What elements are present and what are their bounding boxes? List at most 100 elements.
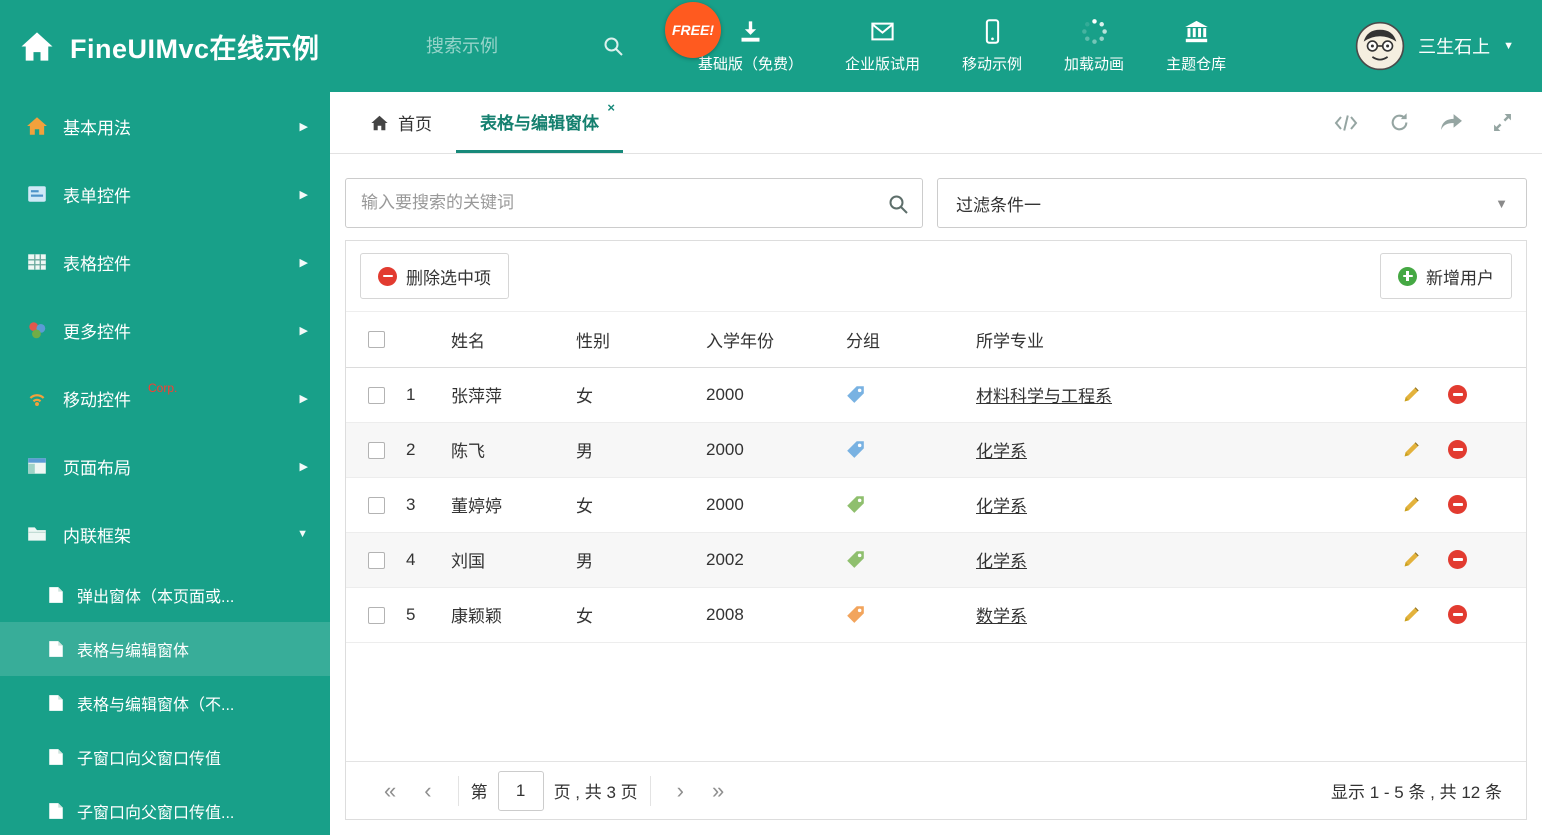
major-link[interactable]: 数学系 (976, 607, 1027, 626)
pager-divider (649, 775, 651, 806)
row-index: 4 (406, 532, 451, 588)
chevron-down-icon: ▼ (1495, 195, 1508, 211)
sidebar-subitem[interactable]: 子窗口向父窗口传值... (0, 784, 330, 835)
tag-icon (846, 605, 976, 624)
delete-icon[interactable] (1448, 550, 1467, 569)
header-nav-item[interactable]: 移动示例 (941, 0, 1043, 92)
delete-icon[interactable] (1448, 385, 1467, 404)
prev-page-icon[interactable]: ‹ (410, 778, 445, 804)
tab-bar: 首页 表格与编辑窗体 × (330, 92, 1542, 154)
cell-name: 刘国 (451, 532, 576, 588)
sidebar-item[interactable]: 基本用法 ▶ (0, 92, 330, 160)
header-nav: FREE! 基础版（免费） 企业版试用 移动示例 加载动画 主题仓库 (665, 0, 1247, 92)
add-user-button[interactable]: 新增用户 (1380, 253, 1512, 299)
cell-year: 2002 (706, 532, 846, 588)
sidebar-item[interactable]: 内联框架 ▼ (0, 500, 330, 568)
delete-button-label: 删除选中项 (406, 268, 491, 288)
major-link[interactable]: 化学系 (976, 497, 1027, 516)
row-index: 3 (406, 477, 451, 533)
row-checkbox[interactable] (368, 386, 385, 404)
sidebar-item-label: 表单控件 (63, 186, 131, 206)
sidebar-subitem[interactable]: 表格与编辑窗体 (0, 622, 330, 676)
sidebar-subitem[interactable]: 表格与编辑窗体（不... (0, 676, 330, 730)
delete-icon[interactable] (1448, 605, 1467, 624)
header-search-input[interactable] (426, 35, 596, 57)
sidebar-item[interactable]: 表单控件 ▶ (0, 160, 330, 228)
home-icon (370, 114, 389, 132)
header-nav-item[interactable]: 企业版试用 (824, 0, 941, 92)
first-page-icon[interactable]: « (370, 778, 410, 804)
edit-icon[interactable] (1401, 494, 1422, 515)
major-link[interactable]: 化学系 (976, 552, 1027, 571)
edit-icon[interactable] (1401, 384, 1422, 405)
sidebar-subitem[interactable]: 子窗口向父窗口传值 (0, 730, 330, 784)
bank-icon (1183, 18, 1210, 45)
next-page-icon[interactable]: › (663, 778, 698, 804)
source-code-icon[interactable] (1333, 114, 1359, 132)
sidebar-item[interactable]: 表格控件 ▶ (0, 228, 330, 296)
edit-icon[interactable] (1401, 439, 1422, 460)
filter-dropdown[interactable]: 过滤条件一 ▼ (937, 178, 1527, 228)
app-title: FineUIMvc在线示例 (70, 33, 320, 64)
tab-grid-edit-window[interactable]: 表格与编辑窗体 × (456, 92, 623, 153)
pagination-bar: « ‹ 第 页 , 共 3 页 › » 显示 1 - 5 条 , 共 12 条 (346, 761, 1526, 819)
row-checkbox[interactable] (368, 606, 385, 624)
close-tab-icon[interactable]: × (607, 100, 615, 115)
chevron-right-icon: ▶ (299, 460, 308, 473)
table-icon (26, 251, 48, 273)
sidebar-item[interactable]: 移动控件 Corp. ▶ (0, 364, 330, 432)
search-icon[interactable] (602, 35, 624, 57)
sidebar-subitem[interactable]: 弹出窗体（本页面或... (0, 568, 330, 622)
sidebar-item[interactable]: 页面布局 ▶ (0, 432, 330, 500)
chevron-right-icon: ▶ (299, 120, 308, 133)
table-row: 4 刘国男 2002 化学系 (346, 532, 1526, 588)
widgets-icon (26, 319, 48, 341)
table-row: 1 张萍萍女 2000 材料科学与工程系 (346, 367, 1526, 423)
main-area: 首页 表格与编辑窗体 × 输入要搜索的关键词 过滤条件一 ▼ 删除选中项 新增用… (330, 92, 1542, 835)
delete-selected-button[interactable]: 删除选中项 (360, 253, 509, 299)
header-nav-label: 基础版（免费） (698, 56, 804, 73)
column-header-year[interactable]: 入学年份 (706, 312, 846, 368)
keyword-search-input[interactable] (346, 179, 922, 227)
spinner-icon (1081, 18, 1108, 45)
page-number-input[interactable] (497, 770, 544, 811)
sidebar-item-label: 基本用法 (63, 118, 131, 138)
major-link[interactable]: 材料科学与工程系 (976, 387, 1112, 406)
avatar (1355, 21, 1405, 71)
delete-icon[interactable] (1448, 440, 1467, 459)
last-page-icon[interactable]: » (698, 778, 738, 804)
sidebar-item[interactable]: 更多控件 ▶ (0, 296, 330, 364)
tab-home[interactable]: 首页 (346, 92, 456, 153)
chevron-right-icon: ▶ (299, 324, 308, 337)
row-index: 5 (406, 587, 451, 643)
row-checkbox[interactable] (368, 441, 385, 459)
refresh-icon[interactable] (1389, 112, 1410, 133)
grid-toolbar: 删除选中项 新增用户 (346, 241, 1526, 312)
table-header-row: 姓名 性别 入学年份 分组 所学专业 (346, 312, 1526, 368)
document-icon (48, 586, 64, 604)
header-search (410, 24, 635, 68)
major-link[interactable]: 化学系 (976, 442, 1027, 461)
edit-icon[interactable] (1401, 604, 1422, 625)
column-header-major[interactable]: 所学专业 (976, 312, 1401, 368)
cell-name: 张萍萍 (451, 367, 576, 423)
row-checkbox[interactable] (368, 496, 385, 514)
column-header-name[interactable]: 姓名 (451, 312, 576, 368)
sidebar-subitem-label: 子窗口向父窗口传值... (77, 805, 235, 822)
edit-icon[interactable] (1401, 549, 1422, 570)
column-header-group[interactable]: 分组 (846, 312, 976, 368)
column-header-gender[interactable]: 性别 (576, 312, 706, 368)
expand-icon[interactable] (1493, 113, 1512, 132)
mobile-icon (979, 18, 1006, 45)
header-nav-item[interactable]: 加载动画 (1043, 0, 1145, 92)
header-nav-label: 主题仓库 (1166, 56, 1227, 73)
delete-icon[interactable] (1448, 495, 1467, 514)
select-all-checkbox[interactable] (368, 331, 385, 349)
row-checkbox[interactable] (368, 551, 385, 569)
user-menu[interactable]: 三生石上 ▼ (1355, 21, 1542, 71)
chevron-down-icon: ▼ (1503, 40, 1514, 52)
share-icon[interactable] (1440, 113, 1463, 132)
search-icon[interactable] (887, 193, 909, 215)
header-nav-item[interactable]: 主题仓库 (1145, 0, 1247, 92)
brand[interactable]: FineUIMvc在线示例 (0, 27, 410, 66)
